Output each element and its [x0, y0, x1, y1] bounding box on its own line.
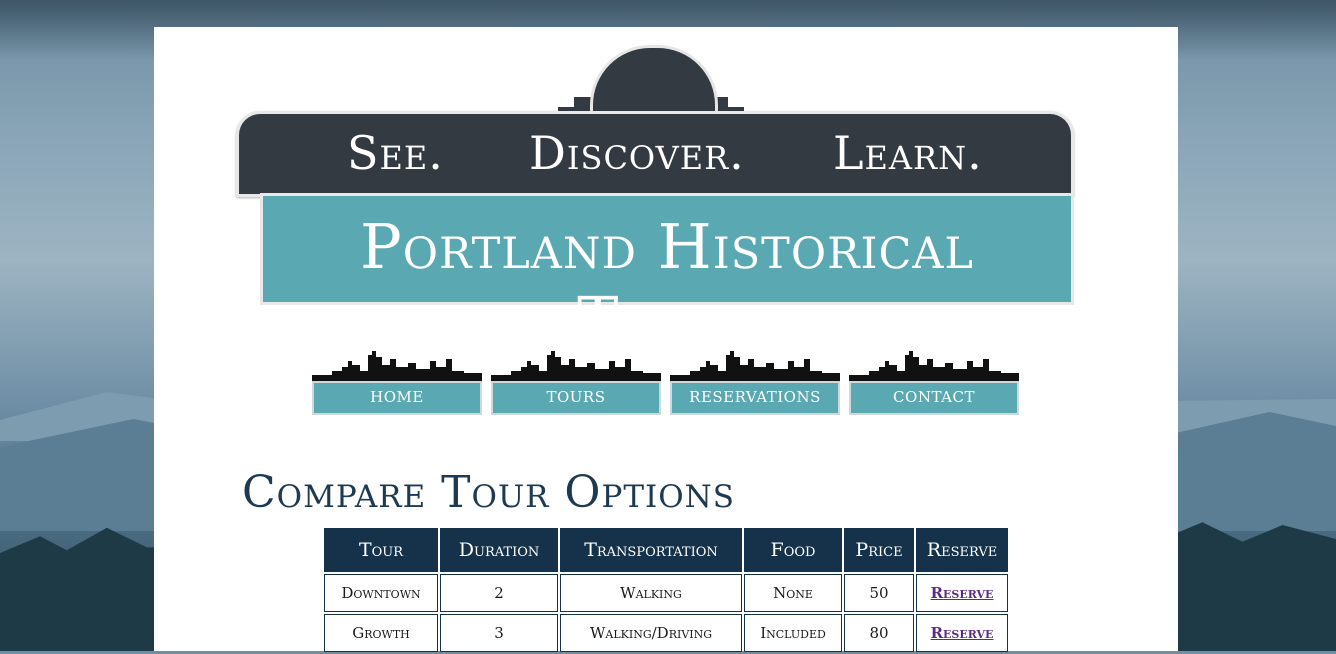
- cell-transportation: Walking: [560, 574, 742, 612]
- motto-discover: Discover.: [529, 126, 745, 180]
- banner-motto-sign: See. Discover. Learn.: [236, 111, 1074, 197]
- cell-duration: 3: [440, 614, 558, 652]
- cell-tour: Downtown: [324, 574, 438, 612]
- page-title: Compare Tour Options: [242, 467, 736, 518]
- nav-reservations-label: RESERVATIONS: [670, 381, 840, 415]
- nav-contact-label: CONTACT: [849, 381, 1019, 415]
- reserve-link-downtown[interactable]: Reserve: [931, 584, 994, 602]
- nav-tours-label: TOURS: [491, 381, 661, 415]
- cell-reserve: Reserve: [916, 614, 1008, 652]
- tour-compare-table-wrap: Tour Duration Transportation Food Price …: [322, 526, 1010, 654]
- header-reserve: Reserve: [916, 528, 1008, 572]
- table-header-row: Tour Duration Transportation Food Price …: [324, 528, 1008, 572]
- tour-compare-table: Tour Duration Transportation Food Price …: [322, 526, 1010, 654]
- cell-food: Included: [744, 614, 842, 652]
- banner-brand-sign: Portland Historical Tours: [260, 193, 1074, 356]
- header-tour: Tour: [324, 528, 438, 572]
- skyline-icon: [849, 347, 1019, 383]
- cell-price: 50: [844, 574, 914, 612]
- cell-tour: Growth: [324, 614, 438, 652]
- cell-food: None: [744, 574, 842, 612]
- skyline-icon: [491, 347, 661, 383]
- table-row: Growth 3 Walking/Driving Included 80 Res…: [324, 614, 1008, 652]
- header-food: Food: [744, 528, 842, 572]
- cell-price: 80: [844, 614, 914, 652]
- content-panel: See. Discover. Learn. Portland Historica…: [154, 27, 1178, 654]
- nav-contact[interactable]: CONTACT: [849, 347, 1019, 415]
- reserve-link-growth[interactable]: Reserve: [931, 624, 994, 642]
- nav-reservations[interactable]: RESERVATIONS: [670, 347, 840, 415]
- nav-home[interactable]: HOME: [312, 347, 482, 415]
- table-row: Downtown 2 Walking None 50 Reserve: [324, 574, 1008, 612]
- cell-transportation: Walking/Driving: [560, 614, 742, 652]
- site-title: Portland Historical Tours: [359, 210, 974, 356]
- main-nav: HOME TOURS RESERVATIONS CONTACT: [312, 347, 1032, 417]
- header-duration: Duration: [440, 528, 558, 572]
- header-transportation: Transportation: [560, 528, 742, 572]
- motto-see: See.: [347, 126, 444, 180]
- nav-tours[interactable]: TOURS: [491, 347, 661, 415]
- skyline-icon: [670, 347, 840, 383]
- site-banner-logo[interactable]: See. Discover. Learn. Portland Historica…: [236, 45, 1074, 356]
- cell-reserve: Reserve: [916, 574, 1008, 612]
- nav-home-label: HOME: [312, 381, 482, 415]
- skyline-icon: [312, 347, 482, 383]
- header-price: Price: [844, 528, 914, 572]
- motto-learn: Learn.: [833, 126, 983, 180]
- cell-duration: 2: [440, 574, 558, 612]
